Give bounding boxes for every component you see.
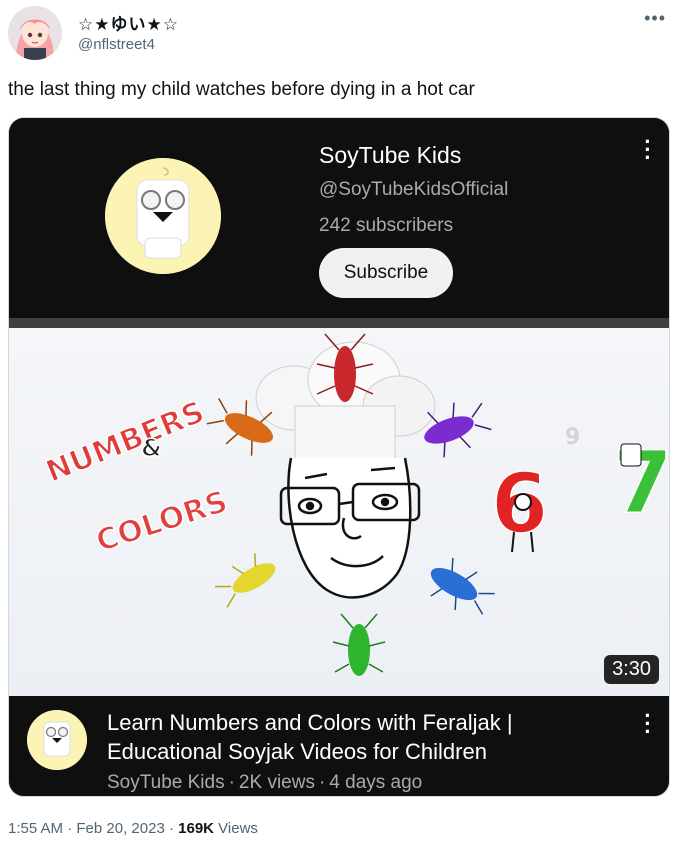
digit-7-face <box>620 443 642 467</box>
tweet-time[interactable]: 1:55 AM <box>8 820 63 837</box>
tweet-text: the last thing my child watches before d… <box>8 79 475 100</box>
more-horizontal-icon[interactable]: ••• <box>644 8 666 29</box>
tweet-header: ☆★ゆい★☆ @nflstreet4 ••• <box>8 6 672 62</box>
video-info: Learn Numbers and Colors with Feraljak |… <box>9 696 669 796</box>
video-channel-name[interactable]: SoyTube Kids <box>107 772 225 793</box>
meta-separator: · <box>228 772 235 793</box>
more-vertical-icon[interactable]: · · · <box>643 705 653 743</box>
soyjak-face <box>279 457 421 599</box>
timestamp-separator: · <box>168 820 174 837</box>
tweet-date[interactable]: Feb 20, 2023 <box>76 820 164 837</box>
video-meta: SoyTube Kids · 2K views · 4 days ago <box>107 772 422 794</box>
user-avatar[interactable] <box>8 6 62 60</box>
video-duration: 3:30 <box>604 655 659 684</box>
digit-9: 9 <box>565 425 580 450</box>
video-channel-avatar[interactable] <box>27 710 87 770</box>
channel-header: SoyTube Kids @SoyTubeKidsOfficial 242 su… <box>9 118 669 318</box>
video-thumbnail[interactable]: NUMBERS & COLORS 7 9 3:30 <box>9 328 669 696</box>
channel-avatar[interactable] <box>105 158 221 274</box>
display-name[interactable]: ☆★ゆい★☆ <box>78 10 179 35</box>
channel-name[interactable]: SoyTube Kids <box>319 142 461 169</box>
cockroach-blue <box>430 557 495 615</box>
views-count: 169K <box>178 820 214 837</box>
channel-handle: @SoyTubeKidsOfficial <box>319 179 509 200</box>
video-views: 2K views <box>238 772 315 793</box>
meta-separator: · <box>318 772 326 793</box>
subscriber-count: 242 subscribers <box>319 215 454 236</box>
title-art-numbers: NUMBERS <box>41 395 209 490</box>
tweet-timestamp: 1:55 AM · Feb 20, 2023 · 169K Views <box>8 820 258 837</box>
title-art-ampersand: & <box>141 434 162 462</box>
subscribe-button[interactable]: Subscribe <box>319 248 453 298</box>
title-art-colors: COLORS <box>92 484 232 559</box>
cockroach-green <box>332 613 386 676</box>
cockroach-yellow <box>215 553 276 608</box>
tweet: ☆★ゆい★☆ @nflstreet4 ••• the last thing my… <box>0 0 680 844</box>
user-handle[interactable]: @nflstreet4 <box>78 36 155 53</box>
tweet-media[interactable]: SoyTube Kids @SoyTubeKidsOfficial 242 su… <box>8 117 670 797</box>
video-age: 4 days ago <box>329 772 423 793</box>
views-label: Views <box>218 820 258 837</box>
timestamp-separator: · <box>67 820 73 837</box>
divider <box>9 318 669 328</box>
more-vertical-icon[interactable]: · · · <box>643 131 653 169</box>
video-title[interactable]: Learn Numbers and Colors with Feraljak |… <box>107 708 607 766</box>
thumbnail-art: NUMBERS & COLORS 7 9 <box>40 333 669 676</box>
